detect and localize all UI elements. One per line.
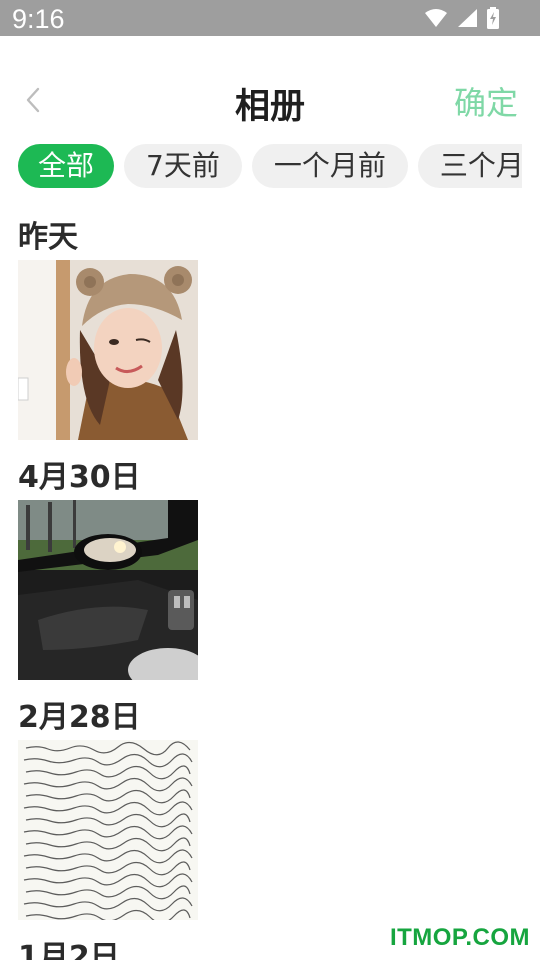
watermark: ITMOP.COM [389,924,530,951]
status-time: 9:16 [12,4,65,34]
photo-thumbnail[interactable] [18,260,198,440]
photo-list: 昨天 4月30日 2月28日 1月2日 [0,200,540,960]
car-side-mirror-photo [18,500,198,680]
handwritten-notes-photo [18,740,198,920]
status-bar: 9:16 [0,0,540,36]
section-title: 4月30日 [18,460,141,495]
battery-charging-icon [486,7,500,33]
time-filter-tabs: 全部7天前一个月前三个月前 [18,144,522,188]
tab-all[interactable]: 全部 [18,144,115,188]
section-title: 2月28日 [18,700,141,735]
confirm-button[interactable]: 确定 [454,78,518,124]
wifi-icon [424,8,448,32]
status-icons [424,7,500,33]
tab-7-days-ago[interactable]: 7天前 [124,144,242,188]
cellular-signal-icon [456,8,478,32]
girl-in-bear-hat-photo [18,260,198,440]
tab-three-months-ago[interactable]: 三个月前 [417,144,522,188]
section-title: 昨天 [18,220,78,255]
section-title: 1月2日 [18,940,120,960]
tab-one-month-ago[interactable]: 一个月前 [251,144,408,188]
photo-thumbnail[interactable] [18,500,198,680]
photo-thumbnail[interactable] [18,740,198,920]
